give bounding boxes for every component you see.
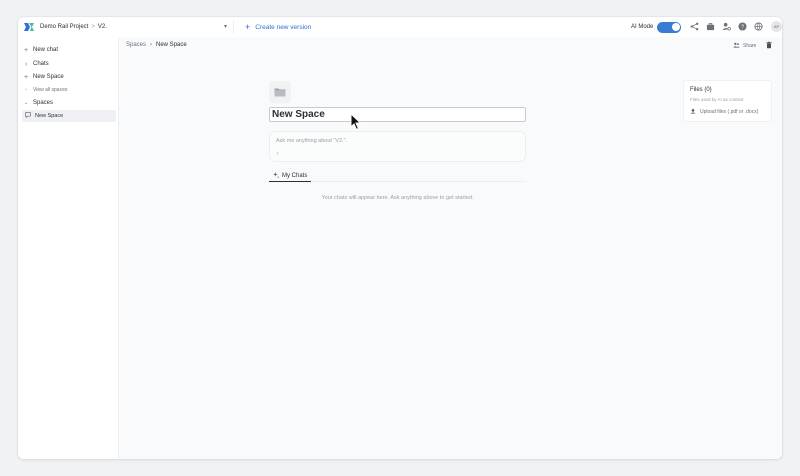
ask-input-placeholder: Ask me anything about "V2.".	[276, 138, 348, 144]
user-settings-icon[interactable]	[721, 22, 731, 32]
top-bar: Demo Rail Project > V2. ▾ + Create new v…	[18, 17, 782, 37]
app-window: Demo Rail Project > V2. ▾ + Create new v…	[18, 17, 782, 459]
folder-icon	[274, 88, 286, 97]
sidebar-item-label: New chat	[33, 47, 59, 53]
breadcrumb-separator: ›	[150, 42, 153, 48]
globe-icon[interactable]	[753, 22, 763, 32]
share-people-icon	[733, 42, 740, 50]
breadcrumb: Spaces › New Space	[126, 42, 187, 48]
briefcase-icon[interactable]	[705, 22, 715, 32]
chevron-right-icon: ›	[24, 60, 28, 68]
main-content: Spaces › New Space Share Ask me anything…	[119, 37, 782, 459]
chevron-down-icon: ▾	[223, 24, 227, 30]
create-new-version-label: Create new version	[255, 23, 312, 31]
upload-files-button[interactable]: Upload files (.pdf or .docx)	[690, 108, 758, 116]
empty-chats-message: Your chats will appear here. Ask anythin…	[321, 195, 474, 201]
project-name: Demo Rail Project	[40, 24, 89, 30]
share-label: Share	[743, 43, 757, 49]
tab-bar: My Chats	[269, 170, 526, 182]
mouse-cursor-icon	[350, 113, 362, 131]
plus-icon: +	[23, 46, 29, 54]
version-name: V2.	[97, 24, 107, 30]
files-panel: Files (0) Files used by AI as context Up…	[683, 80, 772, 122]
sidebar-item-label: Chats	[33, 61, 49, 67]
ai-mode-label: AI Mode	[631, 24, 654, 30]
sidebar-item-spaces[interactable]: ⌄ Spaces	[22, 98, 53, 108]
tab-my-chats[interactable]: My Chats	[269, 170, 312, 182]
grid-icon: ▫	[25, 87, 27, 93]
create-new-version-button[interactable]: + Create new version	[245, 20, 311, 34]
ai-mode-toggle[interactable]	[657, 21, 682, 33]
upload-files-label: Upload files (.pdf or .docx)	[700, 109, 759, 115]
sidebar-item-label: New Space	[33, 74, 64, 80]
files-subtitle: Files used by AI as context	[690, 97, 744, 102]
sidebar-item-label: View all spaces	[33, 87, 68, 93]
tab-label: My Chats	[282, 172, 308, 179]
sidebar-item-new-chat[interactable]: + New chat	[22, 45, 58, 55]
space-title-input[interactable]	[269, 107, 526, 122]
upload-icon	[690, 108, 696, 116]
chat-icon	[24, 112, 32, 120]
plus-icon: +	[23, 73, 29, 81]
chevron-down-icon: ⌄	[23, 100, 29, 106]
user-avatar[interactable]: AP	[771, 21, 782, 32]
sidebar-item-label: New Space	[35, 113, 64, 119]
svg-text:?: ?	[741, 24, 744, 30]
sidebar-item-active-space[interactable]: New Space	[22, 110, 116, 122]
trash-icon[interactable]	[765, 41, 773, 49]
share-button[interactable]: Share	[733, 42, 756, 50]
ai-mode-control: AI Mode	[631, 20, 682, 34]
sidebar-item-view-all-spaces[interactable]: ▫ View all spaces	[22, 85, 67, 95]
help-icon[interactable]: ?	[737, 22, 747, 32]
space-icon-tile[interactable]	[269, 81, 291, 103]
files-title: Files (0)	[690, 87, 712, 93]
breadcrumb-spaces[interactable]: Spaces	[126, 42, 146, 48]
share-nodes-icon[interactable]	[689, 22, 699, 32]
project-version-selector[interactable]: Demo Rail Project > V2. ▾	[40, 20, 234, 34]
sidebar-item-label: Spaces	[33, 100, 54, 106]
top-icon-bar: ? AP	[689, 21, 782, 32]
sparkle-icon	[273, 171, 279, 180]
sidebar-item-chats[interactable]: › Chats	[22, 59, 49, 69]
ask-input-box[interactable]: Ask me anything about "V2.". ⌕	[269, 131, 526, 162]
app-logo-icon[interactable]	[23, 21, 35, 33]
toggle-knob	[671, 23, 680, 31]
crumb-separator: >	[91, 24, 95, 30]
sidebar: + New chat › Chats + New Space ▫ View al…	[18, 37, 119, 459]
plus-icon: +	[245, 21, 251, 32]
paperclip-icon[interactable]: ⌕	[276, 151, 279, 158]
breadcrumb-current: New Space	[156, 42, 187, 48]
sidebar-item-new-space[interactable]: + New Space	[22, 72, 64, 82]
